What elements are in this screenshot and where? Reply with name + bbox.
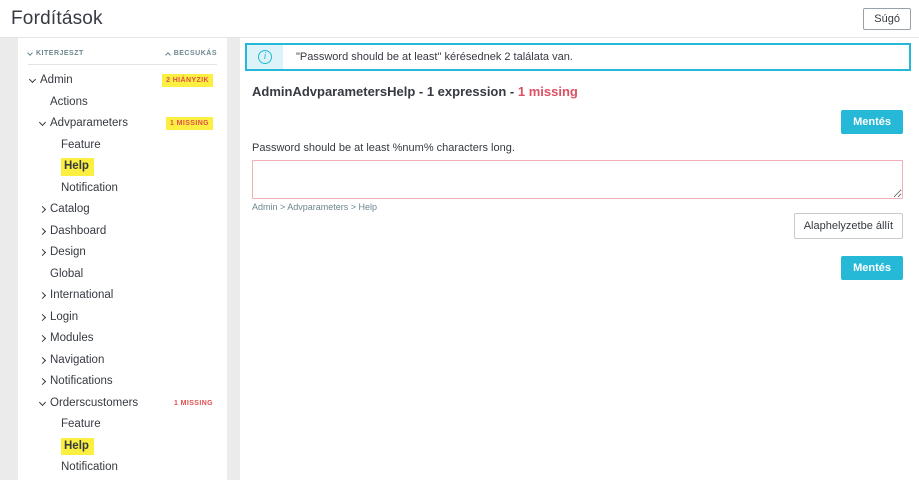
source-string-label: Password should be at least %num% charac… [252, 142, 515, 154]
tree-item-feature[interactable]: Feature [18, 135, 219, 157]
tree-item-help-selected[interactable]: Help [18, 156, 219, 178]
missing-count-badge: 1 MISSING [174, 399, 213, 407]
page-title: Fordítások [11, 7, 103, 29]
collapse-all-link[interactable]: BECSUKÁS [164, 50, 217, 58]
chevron-right-icon [38, 356, 47, 364]
chevron-right-icon [38, 227, 47, 235]
chevron-right-icon [38, 206, 47, 214]
chevron-down-icon [38, 119, 47, 127]
translation-tree-sidebar: KITERJESZT BECSUKÁS Admin 2 HIÁNYZIK Act… [18, 38, 227, 480]
tree-item-navigation[interactable]: Navigation [18, 350, 219, 372]
breadcrumb: Admin > Advparameters > Help [252, 202, 378, 212]
tree-item-notifications[interactable]: Notifications [18, 371, 219, 393]
chevron-right-icon [38, 313, 47, 321]
translation-input[interactable] [252, 160, 903, 199]
chevron-down-icon [38, 398, 47, 406]
tree-item-feature[interactable]: Feature [18, 414, 219, 436]
tree-item-admin[interactable]: Admin 2 HIÁNYZIK [18, 70, 219, 92]
expand-all-label: KITERJESZT [36, 50, 84, 57]
translation-edit-panel: i "Password should be at least" kérésedn… [240, 38, 919, 480]
missing-count-badge: 2 HIÁNYZIK [162, 74, 213, 88]
missing-count-text: 1 missing [517, 84, 578, 99]
tree-item-design[interactable]: Design [18, 242, 219, 264]
alert-message: "Password should be at least" kérésednek… [296, 51, 573, 63]
alert-icon-box: i [247, 45, 283, 69]
save-row-bottom: Mentés [252, 256, 903, 280]
chevron-right-icon [38, 378, 47, 386]
chevron-down-icon [28, 76, 37, 84]
tree-item-login[interactable]: Login [18, 307, 219, 329]
missing-count-badge: 1 MISSING [166, 117, 213, 131]
tree-item-actions[interactable]: Actions [18, 92, 219, 114]
help-button[interactable]: Súgó [863, 7, 911, 30]
tree-item-orderscustomers[interactable]: Orderscustomers 1 MISSING [18, 393, 219, 415]
top-header: Fordítások Súgó [0, 0, 919, 38]
info-icon: i [258, 50, 272, 64]
tree-item-help-selected[interactable]: Help [18, 436, 219, 458]
chevron-down-icon [27, 49, 33, 56]
tree-toolbar: KITERJESZT BECSUKÁS [27, 43, 217, 65]
tree-item-catalog[interactable]: Catalog [18, 199, 219, 221]
domain-heading-text: AdminAdvparametersHelp - 1 expression - [252, 84, 518, 99]
save-button[interactable]: Mentés [841, 110, 903, 134]
collapse-all-label: BECSUKÁS [173, 50, 217, 57]
search-results-alert: i "Password should be at least" kérésedn… [245, 43, 911, 71]
tree-item-modules[interactable]: Modules [18, 328, 219, 350]
domain-heading: AdminAdvparametersHelp - 1 expression - … [252, 84, 903, 99]
chevron-up-icon [164, 51, 171, 58]
tree-item-notification[interactable]: Notification [18, 178, 219, 200]
chevron-right-icon [38, 292, 47, 300]
translation-domain-tree: Admin 2 HIÁNYZIK Actions Advparameters 1… [18, 65, 219, 480]
reset-row: Alaphelyzetbe állít [252, 213, 903, 239]
tree-item-global[interactable]: Global [18, 264, 219, 286]
chevron-right-icon [38, 335, 47, 343]
panel-gutter [227, 38, 240, 480]
reset-button[interactable]: Alaphelyzetbe állít [793, 213, 903, 239]
tree-item-notification[interactable]: Notification [18, 457, 219, 479]
tree-item-international[interactable]: International [18, 285, 219, 307]
page-layout: KITERJESZT BECSUKÁS Admin 2 HIÁNYZIK Act… [0, 38, 919, 480]
chevron-right-icon [38, 249, 47, 257]
expand-all-link[interactable]: KITERJESZT [27, 49, 84, 57]
tree-item-advparameters[interactable]: Advparameters 1 MISSING [18, 113, 219, 135]
save-button-bottom[interactable]: Mentés [841, 256, 903, 280]
save-row-top: Mentés [252, 110, 903, 134]
tree-item-dashboard[interactable]: Dashboard [18, 221, 219, 243]
